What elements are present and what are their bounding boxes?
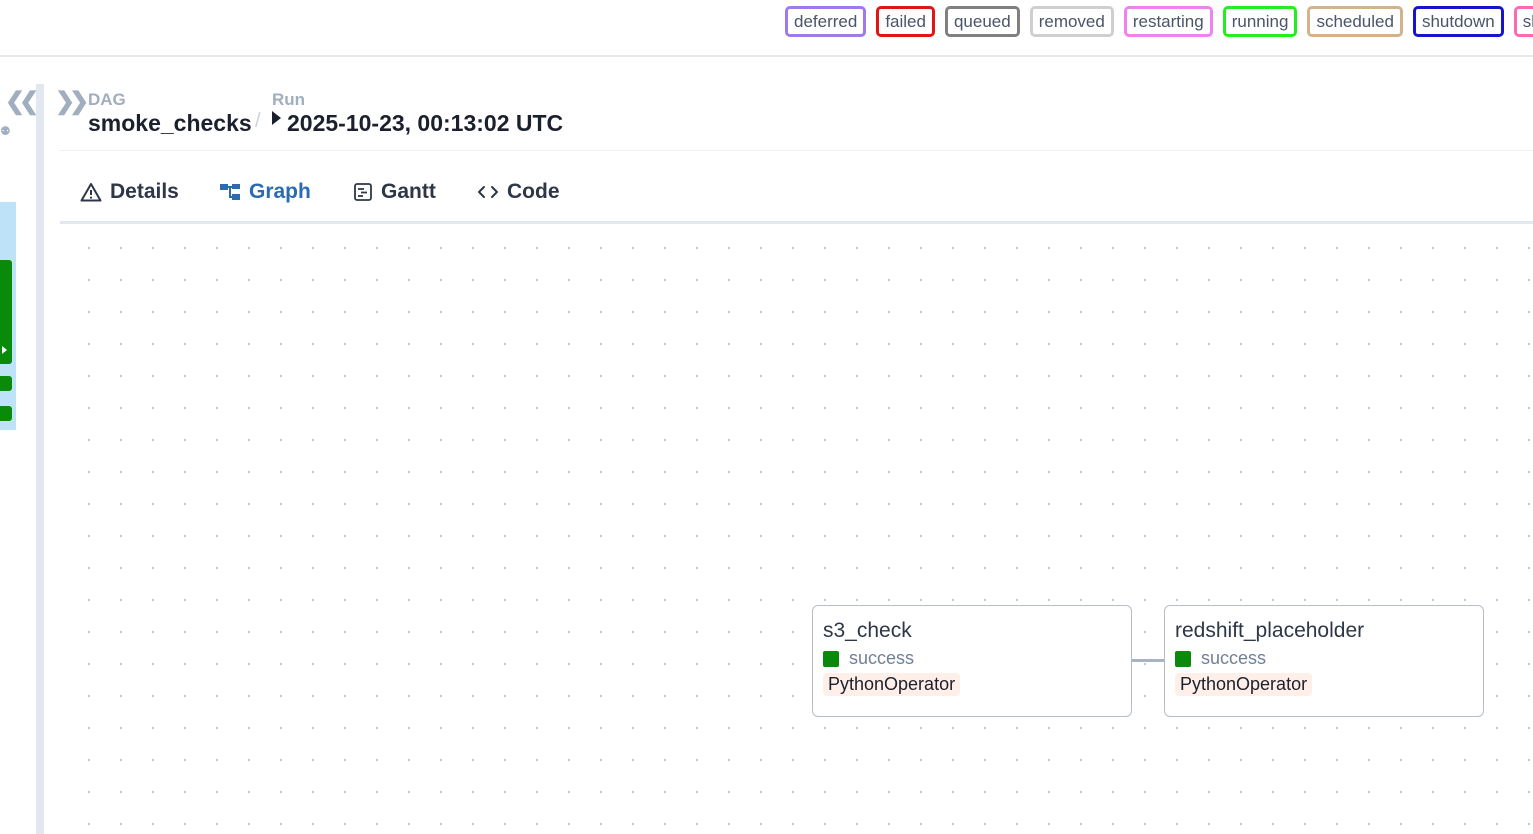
expand-grid-icon[interactable]: ❯❯ bbox=[55, 90, 89, 114]
legend-chip-queued[interactable]: queued bbox=[944, 6, 1020, 37]
graph-canvas[interactable]: s3_check success PythonOperator redshift… bbox=[61, 224, 1533, 834]
state-legend: deferred failed queued removed restartin… bbox=[785, 6, 1533, 37]
node-icon[interactable]: ⚉ bbox=[0, 124, 11, 138]
graph-icon bbox=[219, 182, 241, 202]
task-state: success bbox=[823, 648, 1121, 669]
legend-chip-restarting[interactable]: restarting bbox=[1123, 6, 1213, 37]
breadcrumb-run[interactable]: Run 2025-10-23, 00:13:02 UTC bbox=[272, 90, 563, 136]
tab-code[interactable]: Code bbox=[457, 160, 580, 224]
gantt-icon bbox=[353, 182, 373, 202]
tab-details[interactable]: Details bbox=[60, 160, 199, 224]
tab-bar: Details Graph Gantt Code bbox=[60, 160, 1533, 227]
success-status-icon bbox=[823, 650, 839, 667]
operator-badge: PythonOperator bbox=[823, 673, 961, 696]
graph-edge bbox=[1132, 659, 1165, 662]
legend-chip-removed[interactable]: removed bbox=[1029, 6, 1114, 37]
tab-gantt[interactable]: Gantt bbox=[333, 160, 456, 224]
task-id: redshift_placeholder bbox=[1175, 619, 1365, 642]
grid-sidebar: ❮❮ ⚉ bbox=[0, 84, 39, 834]
state-legend-bar: deferred failed queued removed restartin… bbox=[0, 0, 1533, 57]
run-id-text: 2025-10-23, 00:13:02 UTC bbox=[287, 110, 564, 136]
dag-id[interactable]: smoke_checks bbox=[88, 110, 252, 136]
task-instance-cell[interactable] bbox=[0, 376, 12, 391]
legend-chip-shutdown[interactable]: shutdown bbox=[1412, 6, 1504, 37]
breadcrumb-dag[interactable]: DAG smoke_checks bbox=[88, 90, 252, 136]
operator-badge: PythonOperator bbox=[1175, 673, 1313, 696]
legend-chip-failed[interactable]: failed bbox=[876, 6, 935, 37]
tab-gantt-label: Gantt bbox=[381, 180, 436, 203]
legend-chip-running[interactable]: running bbox=[1222, 6, 1298, 37]
task-node-s3-check[interactable]: s3_check success PythonOperator bbox=[812, 605, 1132, 717]
run-duration-bar[interactable] bbox=[0, 260, 12, 364]
tab-details-label: Details bbox=[110, 180, 179, 203]
legend-chip-deferred[interactable]: deferred bbox=[785, 6, 867, 37]
task-id: s3_check bbox=[823, 619, 912, 642]
task-state: success bbox=[1175, 648, 1473, 669]
task-state-label: success bbox=[849, 648, 915, 668]
collapse-grid-icon[interactable]: ❮❮ bbox=[5, 90, 39, 114]
run-id[interactable]: 2025-10-23, 00:13:02 UTC bbox=[272, 110, 563, 136]
legend-chip-scheduled[interactable]: scheduled bbox=[1307, 6, 1403, 37]
header-divider bbox=[60, 150, 1533, 151]
task-node-redshift-placeholder[interactable]: redshift_placeholder success PythonOpera… bbox=[1164, 605, 1484, 717]
task-state-label: success bbox=[1201, 648, 1267, 668]
breadcrumb-separator: / bbox=[255, 110, 261, 132]
task-instance-cell[interactable] bbox=[0, 406, 12, 421]
success-status-icon bbox=[1175, 650, 1191, 667]
breadcrumb-dag-label: DAG bbox=[88, 90, 126, 109]
code-icon bbox=[477, 183, 499, 201]
legend-chip-skipped[interactable]: sk bbox=[1513, 6, 1533, 37]
tab-graph[interactable]: Graph bbox=[199, 160, 331, 227]
tab-code-label: Code bbox=[507, 180, 560, 203]
resize-handle[interactable] bbox=[36, 84, 44, 834]
tab-graph-label: Graph bbox=[249, 180, 311, 203]
breadcrumb-run-label: Run bbox=[272, 90, 306, 109]
play-icon bbox=[272, 111, 281, 125]
selected-run-column[interactable] bbox=[0, 202, 16, 430]
warning-icon bbox=[80, 182, 102, 202]
